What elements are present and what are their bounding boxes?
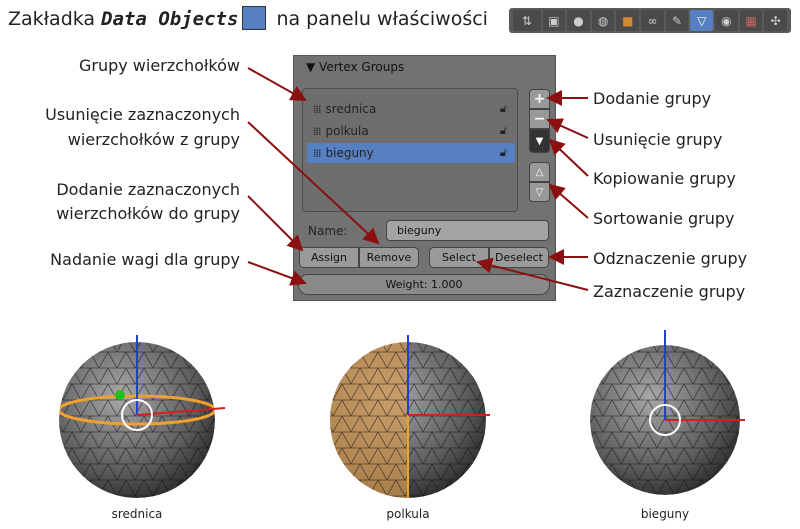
annotation-arrows bbox=[59, 67, 745, 498]
caption-srednica: srednica bbox=[111, 507, 163, 521]
caption-polkula: polkula bbox=[386, 507, 430, 521]
caption-bieguny: bieguny bbox=[640, 507, 690, 521]
